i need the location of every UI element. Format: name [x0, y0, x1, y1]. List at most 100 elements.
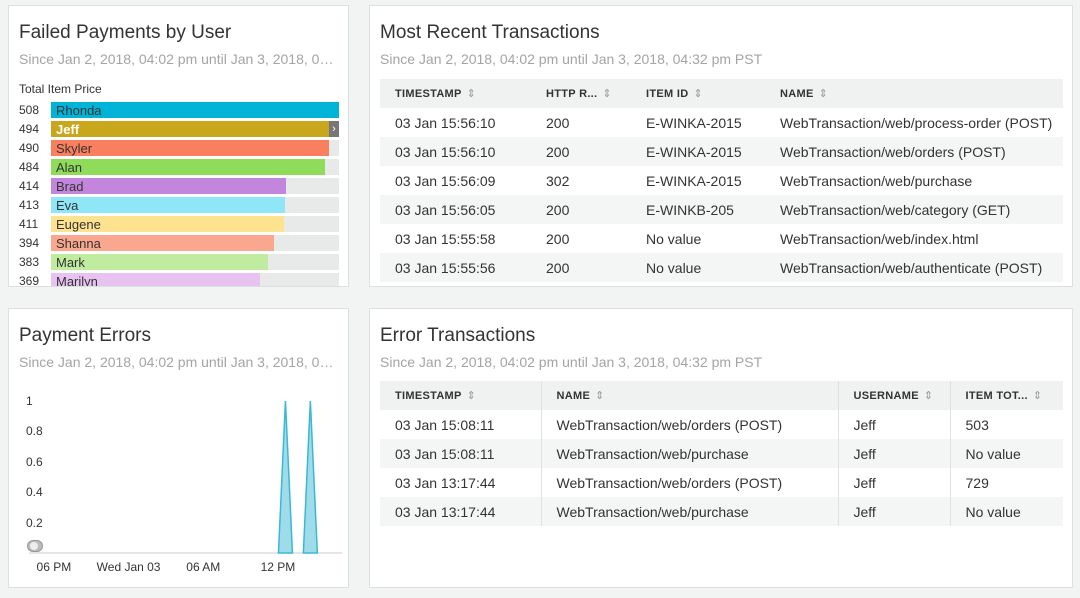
bar-label: Alan [56, 160, 83, 175]
payment-errors-panel: Payment Errors Since Jan 2, 2018, 04:02 … [8, 308, 349, 588]
bar-value: 413 [19, 198, 40, 212]
chevron-right-icon[interactable]: › [329, 121, 339, 137]
x-tick-label: Wed Jan 03 [96, 560, 161, 574]
error-transactions-panel: Error Transactions Since Jan 2, 2018, 04… [369, 308, 1073, 588]
bar-row[interactable]: 508 Rhonda [19, 101, 341, 120]
recent-transactions-panel: Most Recent Transactions Since Jan 2, 20… [369, 5, 1073, 287]
bar-value: 484 [19, 160, 40, 174]
y-tick-label: 0.2 [26, 515, 43, 530]
bar-value: 508 [19, 103, 40, 117]
table-row[interactable]: 03 Jan 15:56:09 302 E-WINKA-2015 WebTransac… [380, 166, 1063, 195]
bar[interactable] [51, 140, 329, 156]
table-cell: WebTransaction/web/process-order (POST) [780, 114, 1053, 131]
table-cell: 200 [531, 137, 631, 166]
table-row[interactable]: 03 Jan 15:55:56 200 No value WebTransaction… [380, 253, 1063, 282]
bar-label: Skyler [56, 141, 93, 156]
table-row[interactable]: 03 Jan 15:56:05 200 E-WINKB-205 WebTransact… [380, 195, 1063, 224]
table-row[interactable]: 03 Jan 13:17:44 WebTransaction/web/purcha… [380, 497, 1063, 526]
table-cell: Jeff [837, 439, 950, 468]
bar-row[interactable]: 484 Alan [19, 158, 341, 177]
area-peak[interactable] [302, 400, 319, 554]
bar-label: Marilyn [56, 274, 98, 287]
table-cell: 729 [949, 468, 1063, 497]
bar-track: Rhonda [51, 102, 339, 118]
table-header-row: TIMESTAMP ⇕ HTTP R... ⇕ ITEM ID ⇕ NAME ⇕ [380, 79, 1063, 108]
table-cell: WebTransaction/web/category (GET) [765, 195, 1063, 224]
bar-row[interactable]: 394 Shanna [19, 234, 341, 253]
table-cell: 200 [531, 253, 631, 282]
table-cell: Jeff [837, 410, 950, 439]
bar[interactable] [51, 121, 332, 137]
y-tick-label: 0.6 [26, 454, 43, 469]
table-cell: 03 Jan 15:55:56 [380, 253, 531, 282]
bar[interactable] [51, 178, 286, 194]
bar-label: Eva [56, 198, 79, 213]
table-cell: 03 Jan 13:17:44 [380, 497, 541, 526]
bar-label: Shanna [56, 236, 101, 251]
sort-icon[interactable]: ⇕ [924, 390, 934, 402]
table-row[interactable]: 03 Jan 15:08:11 WebTransaction/web/purcha… [380, 439, 1063, 468]
bar-track: Eugene [51, 216, 339, 232]
payment-errors-chart: 1 0.8 0.6 0.4 0.2 06 PM Wed Jan 03 06 AM 12 PM [9, 379, 348, 587]
error-transactions-table: TIMESTAMP ⇕ NAME ⇕ USERNAME ⇕ ITEM TOT... ⇕ … [380, 381, 1063, 526]
column-header-username[interactable]: USERNAME ⇕ [837, 381, 950, 410]
bar-track: Skyler [51, 140, 339, 156]
sort-icon[interactable]: ⇕ [819, 88, 829, 100]
area-chart-svg [29, 400, 342, 554]
sort-icon[interactable]: ⇕ [467, 390, 477, 402]
bar[interactable] [51, 159, 326, 175]
column-header-http-response[interactable]: HTTP R... ⇕ [531, 79, 631, 108]
bar-value: 411 [19, 217, 39, 231]
toggle-icon[interactable] [27, 540, 43, 552]
column-header-timestamp[interactable]: TIMESTAMP ⇕ [380, 79, 531, 108]
column-header-name[interactable]: NAME ⇕ [540, 381, 838, 410]
bar-label: Jeff [56, 122, 80, 137]
bar-row[interactable]: 411 Eugene [19, 215, 341, 234]
bar-row[interactable]: 414 Brad [19, 177, 341, 196]
x-tick-label: 06 AM [186, 560, 221, 574]
table-cell: 03 Jan 15:08:11 [395, 416, 495, 433]
bar-row[interactable]: 413 Eva [19, 196, 341, 215]
y-tick-label: 0.8 [26, 424, 43, 439]
bar-row[interactable]: 383 Mark [19, 253, 341, 272]
bar-value: 369 [19, 274, 40, 287]
table-row[interactable]: 03 Jan 15:55:58 200 No value WebTransaction… [380, 224, 1063, 253]
table-cell: WebTransaction/web/orders (POST) [540, 468, 838, 497]
bar-track: Brad [51, 178, 339, 194]
table-row[interactable]: 03 Jan 15:08:11 WebTransaction/web/orders… [380, 410, 1063, 439]
bar-row[interactable]: 490 Skyler [19, 139, 341, 158]
sort-icon[interactable]: ⇕ [602, 88, 612, 100]
sort-icon[interactable]: ⇕ [693, 88, 703, 100]
panel-title: Error Transactions [380, 325, 536, 346]
bar[interactable] [51, 197, 286, 213]
table-cell: 03 Jan 15:56:05 [380, 195, 531, 224]
bar-row[interactable]: 494 Jeff › [19, 120, 341, 139]
bar-value: 394 [19, 236, 40, 250]
table-cell: 302 [546, 172, 570, 189]
bar-label: Rhonda [56, 103, 102, 118]
table-cell: WebTransaction/web/purchase [540, 439, 838, 468]
sort-icon[interactable]: ⇕ [595, 390, 605, 402]
bar-label: Mark [56, 255, 85, 270]
panel-subtitle: Since Jan 2, 2018, 04:02 pm until Jan 3,… [380, 354, 763, 370]
column-header-item-total[interactable]: ITEM TOT... ⇕ [949, 381, 1063, 410]
table-cell: E-WINKA-2015 [631, 137, 765, 166]
panel-title: Most Recent Transactions [380, 22, 600, 43]
table-row[interactable]: 03 Jan 13:17:44 WebTransaction/web/orders… [380, 468, 1063, 497]
bar-chart: 508 Rhonda 494 Jeff › 490 Skyler 484 Alan 414 Brad… [19, 101, 341, 287]
table-cell: No value [949, 497, 1063, 526]
column-header-timestamp[interactable]: TIMESTAMP ⇕ [380, 381, 541, 410]
table-row[interactable]: 03 Jan 15:56:10 200 E-WINKA-2015 WebTransac… [380, 108, 1063, 137]
table-cell: 03 Jan 13:17:44 [395, 474, 496, 491]
column-header-name[interactable]: NAME ⇕ [765, 79, 1063, 108]
bar-chart-caption: Total Item Price [19, 82, 102, 96]
table-cell: 200 [546, 114, 570, 131]
bar-track: Eva [51, 197, 339, 213]
bar-row[interactable]: 369 Marilyn [19, 272, 341, 287]
table-cell: WebTransaction/web/index.html [780, 230, 979, 247]
sort-icon[interactable]: ⇕ [1033, 390, 1043, 402]
column-header-item-id[interactable]: ITEM ID ⇕ [631, 79, 765, 108]
area-peak[interactable] [277, 400, 294, 554]
sort-icon[interactable]: ⇕ [467, 88, 477, 100]
table-row[interactable]: 03 Jan 15:56:10 200 E-WINKA-2015 WebTransac… [380, 137, 1063, 166]
